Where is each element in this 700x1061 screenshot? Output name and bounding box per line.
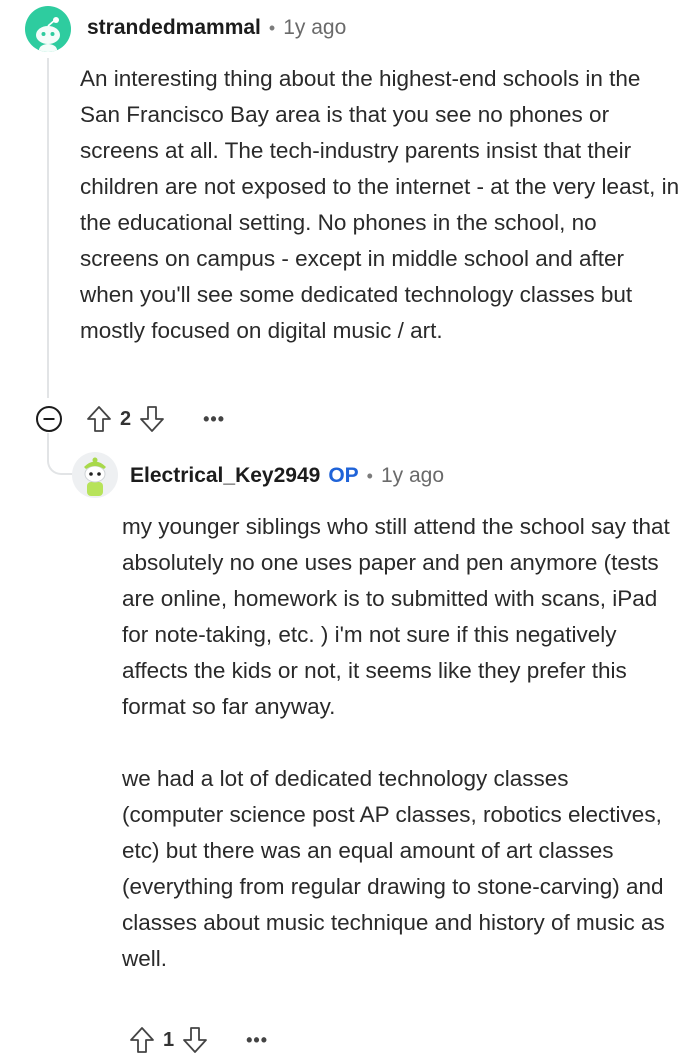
meta-separator: • [366,465,373,486]
comment-age[interactable]: 1y ago [283,16,346,40]
comment-paragraph: we had a lot of dedicated technology cla… [122,766,665,971]
thread-line[interactable] [47,58,49,398]
op-badge: OP [328,464,359,487]
upvote-button[interactable] [86,405,112,433]
username[interactable]: Electrical_Key2949 [130,464,320,488]
comment-text: An interesting thing about the highest-e… [80,66,680,343]
collapse-icon [36,406,62,432]
comment-body: An interesting thing about the highest-e… [80,61,680,349]
more-options-button[interactable]: ••• [203,409,225,430]
vote-count: 1 [163,1028,175,1051]
avatar[interactable] [72,452,118,498]
meta-separator: • [268,17,276,38]
comment-body: my younger siblings who still attend the… [122,509,670,977]
upvote-icon [87,406,111,432]
upvote-button[interactable] [129,1026,155,1054]
downvote-icon [183,1027,208,1053]
downvote-button[interactable] [182,1026,208,1054]
reply-connector [47,433,73,475]
more-options-button[interactable]: ••• [246,1030,268,1051]
vote-count: 2 [120,407,132,430]
downvote-icon [140,406,165,432]
collapse-button[interactable] [35,405,63,433]
comment-paragraph: my younger siblings who still attend the… [122,514,670,719]
downvote-button[interactable] [139,405,165,433]
comment-actions: 1 ••• [129,1024,268,1056]
username[interactable]: strandedmammal [87,16,261,40]
upvote-icon [130,1027,154,1053]
comment-actions: 2 ••• [86,403,225,435]
snoo-avatar-icon [36,17,60,52]
snoo-avatar-icon [84,457,106,496]
comment-meta: strandedmammal • 1y ago [87,13,346,43]
comment-age[interactable]: 1y ago [381,464,444,488]
comment-meta: Electrical_Key2949 OP • 1y ago [130,461,444,491]
avatar[interactable] [25,6,71,52]
